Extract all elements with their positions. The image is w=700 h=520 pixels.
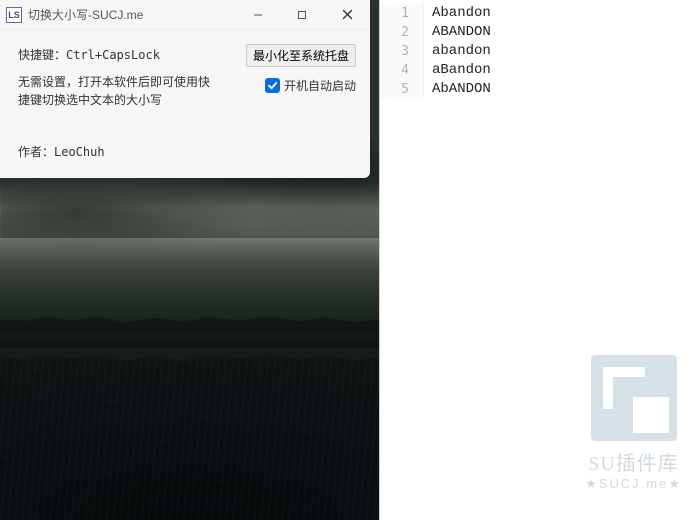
line-number: 3 — [380, 42, 424, 61]
editor-line[interactable]: 1Abandon — [380, 4, 700, 23]
editor-line[interactable]: 5AbANDON — [380, 80, 700, 99]
line-number: 2 — [380, 23, 424, 42]
description-line: 无需设置，打开本软件后即可使用快 — [18, 75, 210, 89]
line-text[interactable]: abandon — [424, 42, 491, 61]
autostart-label: 开机自动启动 — [284, 77, 356, 94]
line-number: 4 — [380, 61, 424, 80]
app-window: LS 切换大小写-SUCJ.me 快捷键：Ctrl+CapsLock 最小化至系… — [0, 0, 370, 178]
author-label: 作者：LeoChuh — [18, 143, 356, 160]
minimize-to-tray-button[interactable]: 最小化至系统托盘 — [246, 44, 356, 67]
line-number: 1 — [380, 4, 424, 23]
bg-foreground — [0, 360, 379, 520]
desktop-background: LS 切换大小写-SUCJ.me 快捷键：Ctrl+CapsLock 最小化至系… — [0, 0, 380, 520]
close-button[interactable] — [324, 0, 370, 29]
window-controls — [236, 0, 370, 29]
editor-content[interactable]: 1Abandon2ABANDON3abandon4aBandon5AbANDON — [380, 0, 700, 99]
maximize-button[interactable] — [280, 0, 324, 29]
hotkey-label: 快捷键：Ctrl+CapsLock — [18, 44, 160, 63]
editor-line[interactable]: 4aBandon — [380, 61, 700, 80]
text-editor[interactable]: 1Abandon2ABANDON3abandon4aBandon5AbANDON — [380, 0, 700, 520]
app-icon: LS — [6, 7, 22, 23]
autostart-checkbox[interactable] — [265, 78, 280, 93]
bg-texture — [0, 360, 379, 520]
line-text[interactable]: aBandon — [424, 61, 491, 80]
titlebar[interactable]: LS 切换大小写-SUCJ.me — [0, 0, 370, 30]
window-title: 切换大小写-SUCJ.me — [28, 6, 236, 23]
line-text[interactable]: ABANDON — [424, 23, 491, 42]
line-text[interactable]: Abandon — [424, 4, 491, 23]
editor-line[interactable]: 3abandon — [380, 42, 700, 61]
minimize-button[interactable] — [236, 0, 280, 29]
line-number: 5 — [380, 80, 424, 99]
description-line: 捷键切换选中文本的大小写 — [18, 93, 162, 107]
description-text: 无需设置，打开本软件后即可使用快 捷键切换选中文本的大小写 — [18, 73, 210, 109]
line-text[interactable]: AbANDON — [424, 80, 491, 99]
editor-line[interactable]: 2ABANDON — [380, 23, 700, 42]
autostart-option[interactable]: 开机自动启动 — [265, 77, 356, 94]
app-body: 快捷键：Ctrl+CapsLock 最小化至系统托盘 无需设置，打开本软件后即可… — [0, 30, 370, 178]
